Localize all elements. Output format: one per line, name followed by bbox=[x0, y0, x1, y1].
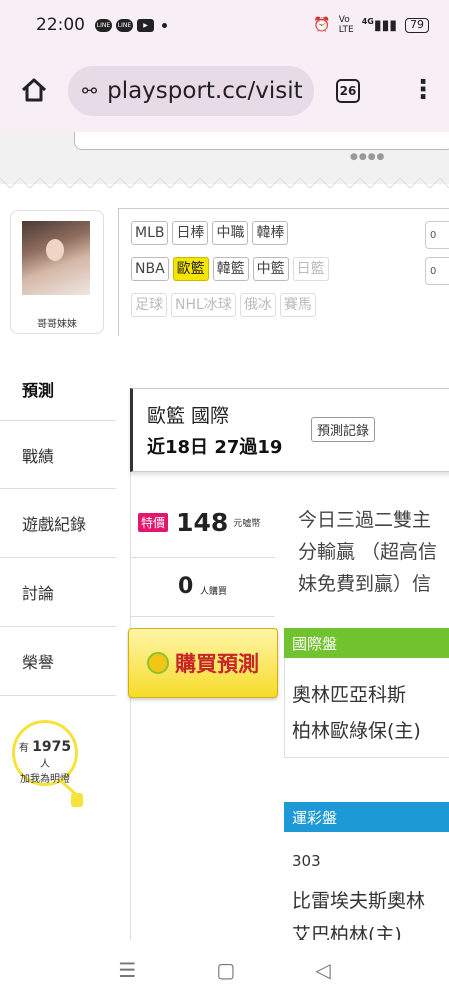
nav-predictions[interactable]: 預測 bbox=[0, 354, 116, 423]
nav-game-history[interactable]: 遊戲紀錄 bbox=[0, 489, 116, 558]
description-line: 妹免費到贏）信 bbox=[298, 573, 432, 595]
divider bbox=[130, 557, 275, 558]
status-time: 22:00 bbox=[36, 15, 85, 35]
line-icon: LINE bbox=[116, 18, 133, 32]
follower-count: 1975 bbox=[32, 739, 72, 755]
battery-icon: 79 bbox=[405, 17, 429, 33]
more-notifications-icon bbox=[162, 22, 167, 28]
nickname: 哥哥妹妹 bbox=[37, 319, 77, 330]
price-value: 148 bbox=[176, 508, 229, 537]
lightbulb-icon bbox=[60, 779, 83, 807]
carousel-dots: ●●●● bbox=[350, 152, 386, 162]
market-header-lottery: 運彩盤 bbox=[284, 802, 449, 832]
team-name: 艾巴柏林(主) bbox=[292, 924, 402, 940]
back-icon[interactable]: ◁ bbox=[315, 958, 330, 982]
top-decoration: ●●●● bbox=[0, 132, 449, 184]
system-nav-bar: ☰ ▢ ◁ bbox=[0, 940, 449, 1000]
buyer-unit: 人購買 bbox=[200, 587, 228, 597]
sale-badge: 特價 bbox=[138, 513, 169, 532]
follow-lightbulb[interactable]: 有 1975 人 加我為明燈 bbox=[12, 720, 83, 807]
description-line: 今日三過二雙主 bbox=[298, 509, 432, 531]
browser-toolbar: ⚯ playsport.cc/visit 26 ⋮ bbox=[0, 50, 449, 132]
team-name: 柏林歐綠保(主) bbox=[292, 720, 421, 742]
line-icon: LINE bbox=[95, 18, 112, 32]
volte-icon: Vo LTE bbox=[338, 15, 354, 35]
alarm-icon: ⏰ bbox=[313, 17, 331, 33]
site-settings-icon[interactable]: ⚯ bbox=[82, 81, 97, 102]
league-title: 歐籃 國際 bbox=[147, 405, 230, 427]
league-nhl[interactable]: NHL冰球 bbox=[171, 293, 236, 317]
home-icon[interactable] bbox=[20, 76, 48, 104]
league-bleague[interactable]: 日籃 bbox=[292, 257, 329, 281]
profile-card[interactable]: 哥哥妹妹 bbox=[10, 210, 104, 334]
recent-record: 近18日 27過19 bbox=[147, 437, 283, 458]
league-nba[interactable]: NBA bbox=[131, 257, 169, 281]
follower-suffix: 人 bbox=[40, 759, 50, 770]
league-soccer[interactable]: 足球 bbox=[131, 293, 167, 317]
notification-icons: LINE LINE ▶ bbox=[95, 18, 167, 32]
nav-record[interactable]: 戰績 bbox=[0, 420, 116, 489]
league-row: 足球 NHL冰球 俄冰 賽馬 bbox=[131, 293, 316, 317]
divider bbox=[130, 616, 275, 617]
web-page: ●●●● 哥哥妹妹 MLB 日棒 中職 韓棒 NBA 歐籃 韓籃 中籃 日籃 足… bbox=[0, 132, 449, 940]
league-cpbl[interactable]: 中職 bbox=[212, 221, 249, 245]
url-field[interactable]: ⚯ playsport.cc/visit bbox=[68, 66, 314, 116]
league-horse-racing[interactable]: 賽馬 bbox=[279, 293, 316, 317]
league-kbl[interactable]: 韓籃 bbox=[212, 257, 249, 281]
buy-label: 購買預測 bbox=[175, 652, 259, 676]
league-sbl[interactable]: 中籃 bbox=[252, 257, 289, 281]
league-euro-basketball[interactable]: 歐籃 bbox=[172, 257, 209, 281]
buyer-count: 0 bbox=[178, 574, 194, 599]
status-bar: 22:00 LINE LINE ▶ ⏰ Vo LTE 4G▮▮▮ 79 bbox=[0, 0, 449, 50]
browser-menu-icon[interactable]: ⋮ bbox=[410, 76, 436, 104]
divider-zigzag bbox=[0, 178, 449, 189]
league-selector: MLB 日棒 中職 韓棒 NBA 歐籃 韓籃 中籃 日籃 足球 NHL冰球 俄冰… bbox=[118, 208, 449, 336]
top-tab bbox=[74, 132, 449, 150]
game-number: 303 bbox=[292, 852, 321, 870]
avatar[interactable] bbox=[22, 221, 90, 295]
tab-switcher-button[interactable]: 26 bbox=[336, 79, 360, 103]
team-name: 奧林匹亞科斯 bbox=[292, 684, 407, 706]
buy-prediction-button[interactable]: 購買預測 bbox=[128, 628, 278, 698]
team-name: 比雷埃夫斯奧林 bbox=[292, 890, 426, 912]
prediction-description: 今日三過二雙主 分輸贏 （超高信 妹免費到贏）信 bbox=[298, 504, 449, 600]
prediction-history-button[interactable]: 預測記錄 bbox=[311, 417, 376, 442]
url-text: playsport.cc/visit bbox=[107, 78, 303, 104]
home-nav-icon[interactable]: ▢ bbox=[216, 958, 235, 982]
description-line: 分輸贏 （超高信 bbox=[298, 541, 438, 563]
market-body bbox=[284, 658, 449, 758]
youtube-icon: ▶ bbox=[137, 18, 154, 32]
league-npb[interactable]: 日棒 bbox=[172, 221, 209, 245]
price-unit: 元噓幣 bbox=[233, 519, 261, 529]
follower-prefix: 有 bbox=[18, 743, 29, 754]
nav-honors[interactable]: 榮譽 bbox=[0, 627, 116, 696]
market-header-international: 國際盤 bbox=[284, 628, 449, 658]
signal-icon: 4G▮▮▮ bbox=[361, 16, 397, 34]
coin-icon bbox=[147, 652, 169, 674]
prediction-header: 歐籃 國際 近18日 27過19 預測記錄 bbox=[130, 388, 449, 472]
league-mlb[interactable]: MLB bbox=[131, 221, 169, 245]
recents-icon[interactable]: ☰ bbox=[118, 958, 136, 982]
league-row: NBA 歐籃 韓籃 中籃 日籃 bbox=[131, 257, 329, 281]
league-kbo[interactable]: 韓棒 bbox=[252, 221, 289, 245]
side-counter: 0 bbox=[425, 257, 449, 285]
league-row: MLB 日棒 中職 韓棒 bbox=[131, 221, 289, 245]
nav-discussion[interactable]: 討論 bbox=[0, 558, 116, 627]
price-box: 特價 148 元噓幣 bbox=[138, 508, 278, 537]
league-khl[interactable]: 俄冰 bbox=[239, 293, 276, 317]
side-counter: 0 bbox=[425, 221, 449, 249]
